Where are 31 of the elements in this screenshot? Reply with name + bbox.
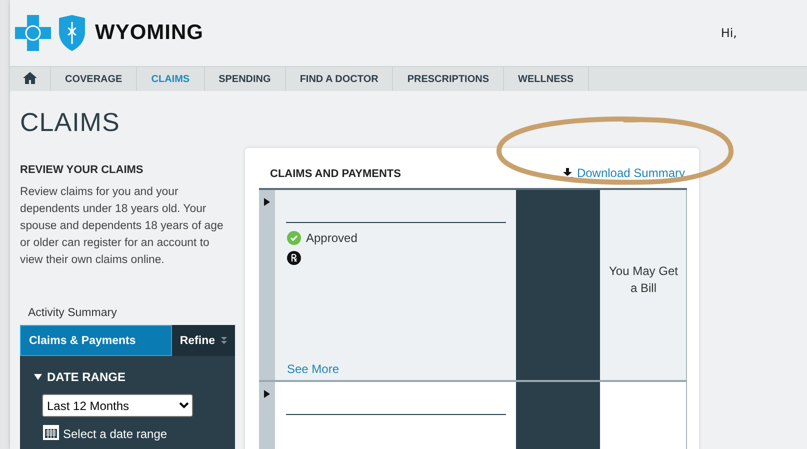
bill-note: You May Get a Bill [608, 263, 679, 297]
expand-arrow-icon[interactable] [264, 390, 270, 398]
card-title: CLAIMS AND PAYMENTS [270, 168, 401, 180]
nav-tab[interactable]: WELLNESS [504, 67, 589, 91]
nav-tab[interactable]: FIND A DOCTOR [286, 67, 394, 91]
page-title: CLAIMS [20, 107, 121, 138]
shield-logo-icon [57, 14, 87, 52]
sidebar-tab[interactable]: Claims & Payments [20, 325, 172, 356]
cross-logo-icon [15, 15, 51, 51]
nav-tab[interactable]: PRESCRIPTIONS [393, 67, 504, 91]
triangle-icon [34, 373, 42, 381]
download-icon [562, 168, 573, 178]
activity-label: Activity Summary [28, 307, 118, 319]
see-more-link[interactable]: See More [287, 362, 506, 376]
sort-icon [221, 336, 227, 345]
calendar-icon [42, 423, 60, 441]
greeting: Hi, [720, 26, 737, 40]
check-icon [287, 231, 301, 245]
nav-tab[interactable]: COVERAGE [51, 67, 138, 91]
download-link[interactable]: Download Summary [562, 166, 685, 180]
date-range-toggle[interactable]: DATE RANGE [34, 370, 126, 384]
section-heading: REVIEW YOUR CLAIMS [20, 164, 144, 176]
nav-tab[interactable]: SPENDING [204, 67, 286, 91]
expand-arrow-icon[interactable] [264, 198, 270, 206]
description-text: Review claims for you and your dependents under 18 years old. Your spouse and dependents 18 years of age or older can register for an account to view their own claims online. [20, 185, 224, 268]
rx-icon [287, 251, 301, 265]
date-range-select[interactable]: Last 12 Months [42, 394, 193, 417]
status-label: Approved [306, 231, 358, 245]
claim-row[interactable]: Approved See More You May Get a Bill [259, 190, 687, 382]
brand-name: WYOMING [95, 21, 204, 45]
date-range-link[interactable]: Select a date range [42, 423, 235, 441]
